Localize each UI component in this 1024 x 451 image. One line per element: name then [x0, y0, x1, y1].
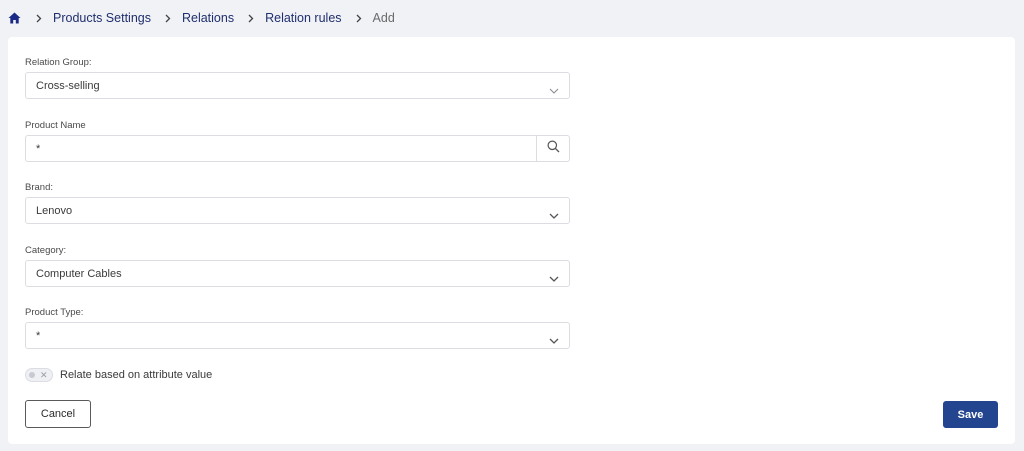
- product-type-label: Product Type:: [25, 307, 84, 318]
- product-type-value: *: [36, 330, 41, 342]
- category-select[interactable]: Computer Cables: [25, 260, 570, 287]
- chevron-down-icon: [549, 207, 559, 219]
- search-icon: [547, 140, 560, 158]
- chevron-right-icon: [36, 14, 42, 23]
- brand-value: Lenovo: [36, 205, 73, 217]
- category-value: Computer Cables: [36, 268, 122, 280]
- relate-toggle-row: ✕ Relate based on attribute value: [25, 368, 212, 382]
- toggle-knob: [29, 372, 35, 378]
- breadcrumb-current: Add: [372, 11, 395, 25]
- chevron-right-icon: [248, 14, 254, 23]
- chevron-down-icon: [549, 82, 559, 94]
- relate-toggle[interactable]: ✕: [25, 368, 53, 382]
- brand-select[interactable]: Lenovo: [25, 197, 570, 224]
- close-icon: ✕: [40, 370, 48, 380]
- breadcrumb-relations[interactable]: Relations: [182, 11, 234, 25]
- product-type-select[interactable]: *: [25, 322, 570, 349]
- breadcrumb: Products Settings Relations Relation rul…: [8, 9, 395, 27]
- chevron-down-icon: [549, 332, 559, 344]
- category-label: Category:: [25, 245, 67, 256]
- chevron-right-icon: [356, 14, 362, 23]
- save-button[interactable]: Save: [943, 401, 998, 428]
- relation-group-label: Relation Group:: [25, 57, 92, 68]
- home-icon[interactable]: [8, 11, 22, 25]
- chevron-down-icon: [549, 270, 559, 282]
- product-name-field[interactable]: *: [25, 135, 570, 162]
- cancel-button[interactable]: Cancel: [25, 400, 91, 428]
- product-name-label: Product Name: [25, 120, 86, 131]
- product-name-value: *: [36, 143, 41, 155]
- relation-group-value: Cross-selling: [36, 80, 100, 92]
- breadcrumb-relation-rules[interactable]: Relation rules: [265, 11, 341, 25]
- form-card: Relation Group: Cross-selling Product Na…: [8, 37, 1015, 444]
- relation-group-select[interactable]: Cross-selling: [25, 72, 570, 99]
- chevron-right-icon: [165, 14, 171, 23]
- search-button[interactable]: [536, 136, 569, 161]
- relate-toggle-label: Relate based on attribute value: [60, 369, 213, 381]
- breadcrumb-products-settings[interactable]: Products Settings: [53, 11, 151, 25]
- brand-label: Brand:: [25, 182, 53, 193]
